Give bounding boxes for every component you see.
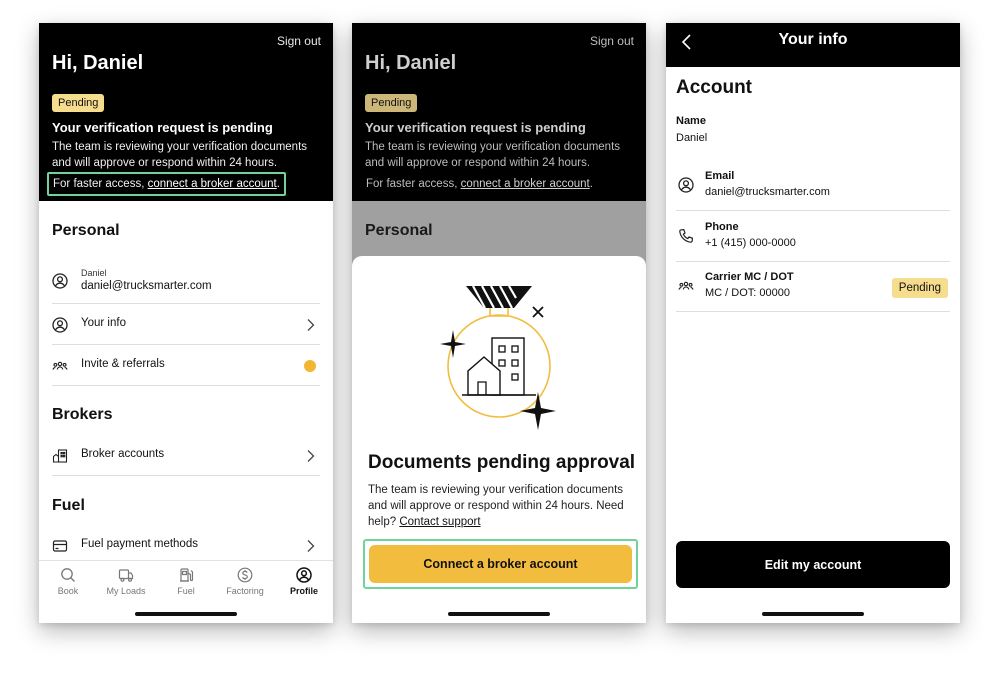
nav-bar: Your info xyxy=(666,23,960,67)
your-info-label: Your info xyxy=(81,317,126,329)
bottom-sheet: Documents pending approval The team is r… xyxy=(352,256,646,623)
email-label: Email xyxy=(705,170,735,182)
sheet-description: The team is reviewing your verification … xyxy=(368,482,630,530)
truck-icon xyxy=(118,569,134,582)
profile-header-dimmed: Sign out Hi, Daniel Pending Your verific… xyxy=(352,23,646,201)
account-name: Daniel xyxy=(81,268,107,278)
account-email: daniel@trucksmarter.com xyxy=(81,280,212,292)
faster-access-callout: For faster access, connect a broker acco… xyxy=(47,172,286,196)
name-value: Daniel xyxy=(676,132,708,144)
your-info-screen: Your info Account Name Daniel Email dani… xyxy=(666,23,960,623)
connect-broker-link[interactable]: connect a broker account xyxy=(461,178,590,190)
pending-approval-screen: Sign out Hi, Daniel Pending Your verific… xyxy=(352,23,646,623)
carrier-value: MC / DOT: 00000 xyxy=(705,287,790,299)
carrier-row[interactable]: Carrier MC / DOT MC / DOT: 00000 Pending xyxy=(676,262,950,312)
email-value: daniel@trucksmarter.com xyxy=(705,186,830,198)
group-icon xyxy=(52,361,68,370)
tab-label: Factoring xyxy=(226,586,264,596)
connect-broker-link[interactable]: connect a broker account xyxy=(148,178,277,190)
tab-label: My Loads xyxy=(106,586,146,596)
chevron-right-icon xyxy=(307,450,315,462)
user-circle-icon xyxy=(296,567,312,583)
carrier-label: Carrier MC / DOT xyxy=(705,271,794,283)
home-indicator xyxy=(135,612,237,616)
search-icon xyxy=(61,568,75,582)
home-indicator xyxy=(448,612,550,616)
verification-description: The team is reviewing your verification … xyxy=(52,141,308,169)
building-icon xyxy=(52,449,68,463)
carrier-status-badge: Pending xyxy=(891,278,948,298)
phone-icon xyxy=(679,228,694,243)
your-info-row[interactable]: Your info xyxy=(52,305,320,345)
account-row[interactable]: Daniel daniel@trucksmarter.com xyxy=(52,258,320,304)
personal-heading: Personal xyxy=(52,222,120,239)
name-label: Name xyxy=(676,115,706,127)
chevron-right-icon xyxy=(307,319,315,331)
phone-label: Phone xyxy=(705,221,739,233)
phone-row[interactable]: Phone +1 (415) 000-0000 xyxy=(676,212,950,262)
tab-label: Book xyxy=(57,586,79,596)
greeting: Hi, Daniel xyxy=(365,52,457,74)
connect-broker-button[interactable]: Connect a broker account xyxy=(369,545,632,583)
personal-heading: Personal xyxy=(365,222,433,239)
chevron-right-icon xyxy=(307,540,315,552)
user-circle-icon xyxy=(678,177,694,193)
status-badge: Pending xyxy=(52,94,105,112)
verification-title: Your verification request is pending xyxy=(365,120,586,135)
dollar-circle-icon xyxy=(237,567,253,583)
account-heading: Account xyxy=(676,77,752,98)
tab-label: Fuel xyxy=(177,586,195,596)
faster-access-suffix: . xyxy=(276,178,280,190)
broker-accounts-label: Broker accounts xyxy=(81,448,165,460)
profile-screen: Sign out Hi, Daniel Pending Your verific… xyxy=(39,23,333,623)
verification-description: The team is reviewing your verification … xyxy=(365,141,621,169)
sign-out-link[interactable]: Sign out xyxy=(590,34,634,48)
bottom-tab-bar: Book My Loads Fuel Factoring Profile xyxy=(39,560,333,623)
user-circle-icon xyxy=(52,317,68,333)
phone-value: +1 (415) 000-0000 xyxy=(705,237,796,249)
contact-support-link[interactable]: Contact support xyxy=(399,516,480,528)
tab-book[interactable]: Book xyxy=(39,567,97,596)
notification-dot xyxy=(304,360,316,372)
user-circle-icon xyxy=(52,273,68,289)
invite-referrals-row[interactable]: Invite & referrals xyxy=(52,346,320,386)
status-badge: Pending xyxy=(365,94,418,112)
tab-profile[interactable]: Profile xyxy=(275,567,333,596)
faster-access-text: For faster access, xyxy=(53,178,148,190)
faster-access-callout: For faster access, connect a broker acco… xyxy=(360,172,599,196)
invite-referrals-label: Invite & referrals xyxy=(81,358,165,370)
tab-factoring[interactable]: Factoring xyxy=(216,567,274,596)
profile-header: Sign out Hi, Daniel Pending Your verific… xyxy=(39,23,333,201)
fuel-payment-methods-label: Fuel payment methods xyxy=(81,538,198,550)
greeting: Hi, Daniel xyxy=(52,52,144,74)
sheet-title: Documents pending approval xyxy=(368,452,636,473)
group-icon xyxy=(678,281,694,290)
verification-title: Your verification request is pending xyxy=(52,120,273,135)
faster-access-suffix: . xyxy=(589,178,593,190)
pending-documents-illustration xyxy=(440,285,556,430)
broker-accounts-row[interactable]: Broker accounts xyxy=(52,436,320,476)
tab-my-loads[interactable]: My Loads xyxy=(97,567,155,596)
brokers-heading: Brokers xyxy=(52,406,113,423)
fuel-heading: Fuel xyxy=(52,497,85,514)
page-title: Your info xyxy=(778,31,848,48)
credit-card-icon xyxy=(52,540,68,552)
tab-label: Profile xyxy=(289,586,318,596)
faster-access-text: For faster access, xyxy=(366,178,461,190)
email-row[interactable]: Email daniel@trucksmarter.com xyxy=(676,161,950,211)
edit-account-button[interactable]: Edit my account xyxy=(676,541,950,588)
tab-fuel[interactable]: Fuel xyxy=(157,567,215,596)
home-indicator xyxy=(762,612,864,616)
sign-out-link[interactable]: Sign out xyxy=(277,34,321,48)
fuel-pump-icon xyxy=(180,568,194,582)
cta-highlight: Connect a broker account xyxy=(363,539,638,589)
